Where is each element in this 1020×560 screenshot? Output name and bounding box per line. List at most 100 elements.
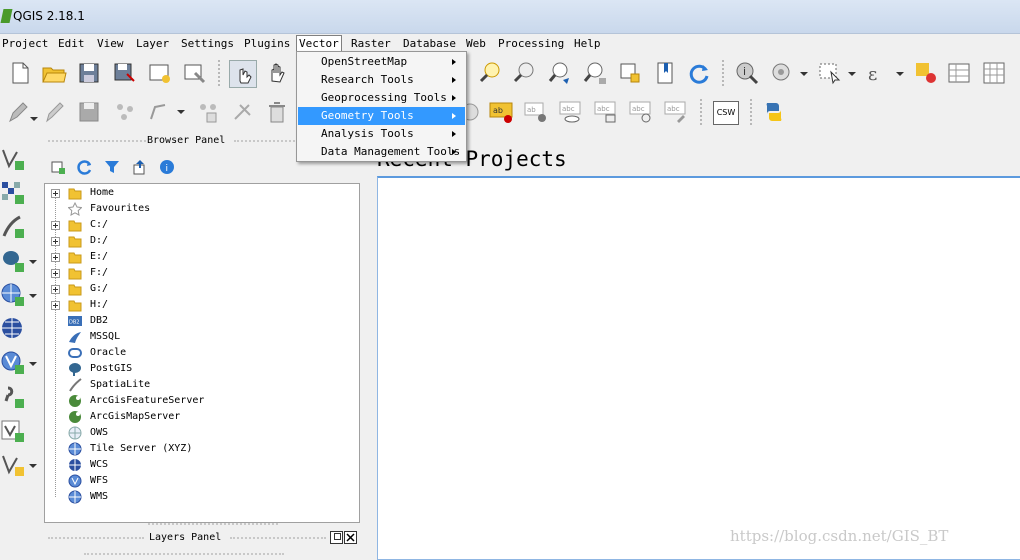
vector-menu-geoprocessing-tools[interactable]: Geoprocessing Tools [298,89,465,107]
zoom-in-icon[interactable] [477,60,503,86]
open-project-icon[interactable] [41,60,67,86]
zoom-layer-icon[interactable] [582,60,608,86]
expand-icon[interactable] [51,237,60,246]
move-label-icon[interactable]: abc [593,99,619,125]
pin-labels-icon[interactable]: ab [523,99,549,125]
composer-manager-icon[interactable] [182,60,208,86]
new-temporary-layer-icon[interactable] [0,452,26,478]
toggle-editing-icon[interactable] [6,99,32,125]
chevron-down-icon[interactable] [29,362,37,366]
tree-item-spatialite[interactable]: SpatiaLite [45,377,355,393]
tree-item-mssql[interactable]: MSSQL [45,329,355,345]
move-feature-icon[interactable] [147,99,173,125]
tree-item-arcgisfeatureserver[interactable]: ArcGisFeatureServer [45,393,355,409]
tree-item-wfs[interactable]: WFS [45,473,355,489]
vector-menu-data-management-tools[interactable]: Data Management Tools [298,143,465,161]
zoom-full-icon[interactable] [547,60,573,86]
add-feature-icon[interactable] [112,99,138,125]
menu-database[interactable]: Database [401,36,458,51]
touch-zoom-pan-icon[interactable] [229,60,257,88]
vector-menu-research-tools[interactable]: Research Tools [298,71,465,89]
filter-icon[interactable] [104,159,120,175]
chevron-down-icon[interactable] [896,72,904,76]
identify-features-icon[interactable]: i [734,60,760,86]
expand-icon[interactable] [51,221,60,230]
expand-icon[interactable] [51,301,60,310]
show-hide-labels-icon[interactable]: abc [558,99,584,125]
save-edits-icon[interactable] [76,99,102,125]
vector-menu-analysis-tools[interactable]: Analysis Tools [298,125,465,143]
tree-item-f-drive[interactable]: F:/ [45,265,355,281]
new-print-composer-icon[interactable] [147,60,173,86]
menu-processing[interactable]: Processing [496,36,566,51]
tree-item-postgis[interactable]: PostGIS [45,361,355,377]
add-vector-layer-icon[interactable] [0,146,26,172]
add-delimited-text-layer-icon[interactable] [0,384,26,410]
menu-vector[interactable]: Vector [296,35,342,52]
info-icon[interactable]: i [159,159,175,175]
tree-item-favourites[interactable]: Favourites [45,201,355,217]
tree-item-oracle[interactable]: Oracle [45,345,355,361]
edit-pencil-icon[interactable] [42,99,68,125]
menu-view[interactable]: View [95,36,126,51]
add-raster-layer-icon[interactable] [0,180,26,206]
browser-tree[interactable]: Home Favourites C:/ D:/ E:/ F:/ G:/ H:/ … [44,183,360,523]
add-wms-layer-icon[interactable] [0,282,26,308]
layer-labeling-icon[interactable]: ab [488,99,514,125]
tree-item-d-drive[interactable]: D:/ [45,233,355,249]
node-tool-icon[interactable] [195,99,221,125]
cut-features-icon[interactable] [230,99,256,125]
refresh-icon[interactable] [77,159,93,175]
tree-item-c-drive[interactable]: C:/ [45,217,355,233]
chevron-down-icon[interactable] [29,260,37,264]
expand-icon[interactable] [51,253,60,262]
menu-layer[interactable]: Layer [134,36,171,51]
new-bookmark-icon[interactable] [652,60,678,86]
attribute-table-icon[interactable] [946,60,972,86]
expand-icon[interactable] [51,285,60,294]
expand-icon[interactable] [51,269,60,278]
menu-project[interactable]: Project [0,36,50,51]
delete-selected-icon[interactable] [264,99,290,125]
chevron-down-icon[interactable] [848,72,856,76]
measure-icon[interactable] [769,60,795,86]
zoom-out-icon[interactable] [511,60,537,86]
close-panel-button[interactable] [344,531,357,544]
rotate-label-icon[interactable]: abc [628,99,654,125]
new-project-icon[interactable] [7,60,33,86]
save-project-icon[interactable] [76,60,102,86]
vector-menu-openstreetmap[interactable]: OpenStreetMap [298,53,465,71]
select-by-expression-icon[interactable]: ε [865,60,891,86]
python-console-icon[interactable] [761,99,787,125]
menu-web[interactable]: Web [464,36,488,51]
refresh-icon[interactable] [686,60,712,86]
recent-projects-list[interactable] [377,176,1020,560]
deselect-features-icon[interactable] [913,60,939,86]
chevron-down-icon[interactable] [800,72,808,76]
select-features-icon[interactable] [817,60,843,86]
tree-item-arcgismapserver[interactable]: ArcGisMapServer [45,409,355,425]
tree-item-wcs[interactable]: WCS [45,457,355,473]
add-postgis-layer-icon[interactable] [0,248,26,274]
tree-item-g-drive[interactable]: G:/ [45,281,355,297]
tree-item-e-drive[interactable]: E:/ [45,249,355,265]
statistics-icon[interactable] [981,60,1007,86]
collapse-all-icon[interactable] [132,159,148,175]
chevron-down-icon[interactable] [177,110,185,114]
tree-item-h-drive[interactable]: H:/ [45,297,355,313]
menu-settings[interactable]: Settings [179,36,236,51]
menu-raster[interactable]: Raster [349,36,393,51]
zoom-selection-icon[interactable] [617,60,643,86]
menu-help[interactable]: Help [572,36,603,51]
tree-item-wms[interactable]: WMS [45,489,355,505]
change-label-icon[interactable]: abc [663,99,689,125]
vector-menu-geometry-tools[interactable]: Geometry Tools [298,107,465,125]
save-as-icon[interactable] [112,60,138,86]
add-wcs-layer-icon[interactable] [0,316,26,342]
expand-icon[interactable] [51,189,60,198]
menu-edit[interactable]: Edit [56,36,87,51]
add-wfs-layer-icon[interactable] [0,350,26,376]
chevron-down-icon[interactable] [29,464,37,468]
chevron-down-icon[interactable] [29,294,37,298]
csw-button[interactable]: CSW [713,101,739,125]
